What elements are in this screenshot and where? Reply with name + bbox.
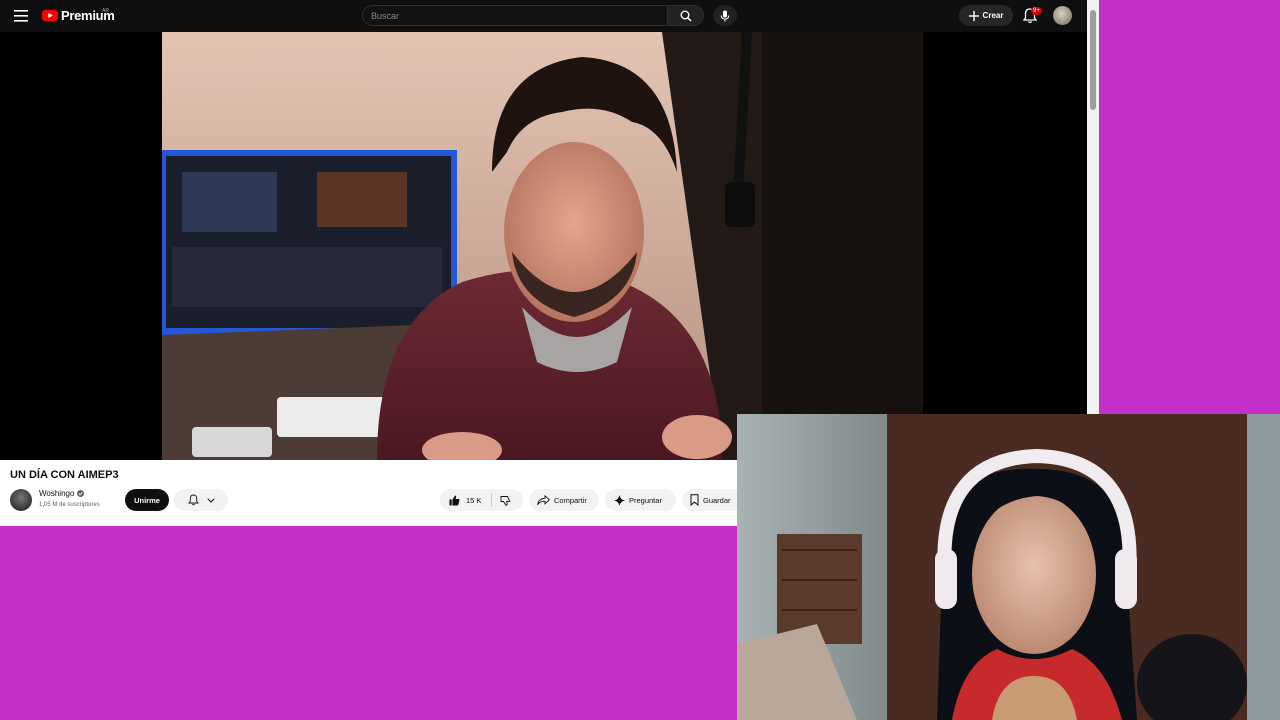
video-thumbnail-image — [162, 32, 923, 460]
menu-icon[interactable] — [14, 10, 28, 22]
search-input[interactable] — [363, 6, 667, 26]
like-dislike-group: 15 K — [440, 489, 523, 511]
notifications-badge: 9+ — [1031, 7, 1042, 15]
like-divider — [491, 493, 493, 507]
save-button[interactable]: Guardar — [682, 489, 742, 511]
youtube-play-icon — [42, 10, 58, 21]
share-icon — [537, 495, 550, 505]
bell-icon — [187, 494, 199, 506]
like-count[interactable]: 15 K — [466, 496, 481, 505]
subscription-notifications-button[interactable] — [174, 489, 228, 511]
youtube-premium-logo[interactable]: Premium AR — [42, 8, 115, 23]
subscriber-count: 1,05 M de suscriptores — [39, 502, 100, 508]
share-label: Compartir — [554, 495, 587, 505]
verified-icon — [77, 490, 85, 497]
video-title: UN DÍA CON AIMEP3 — [10, 469, 119, 481]
ask-button[interactable]: Preguntar — [605, 489, 676, 511]
share-button[interactable]: Compartir — [529, 489, 599, 511]
youtube-header: Premium AR Crear — [0, 0, 1087, 32]
search-button[interactable] — [668, 5, 704, 26]
sparkle-icon — [614, 494, 625, 506]
save-label: Guardar — [703, 495, 731, 505]
channel-name-text: Woshingo — [39, 489, 75, 498]
bookmark-icon — [690, 494, 699, 506]
plus-icon — [968, 10, 979, 21]
voice-search-button[interactable] — [713, 5, 737, 26]
video-frame[interactable] — [162, 32, 923, 460]
chevron-down-icon — [206, 497, 215, 503]
ask-label: Preguntar — [629, 495, 662, 505]
join-button[interactable]: Unirme — [125, 489, 169, 511]
channel-avatar[interactable] — [10, 489, 32, 511]
channel-name[interactable]: Woshingo — [39, 489, 85, 498]
dislike-icon[interactable] — [500, 495, 511, 506]
microphone-icon — [720, 10, 730, 21]
like-icon[interactable] — [449, 495, 460, 506]
logo-region: AR — [102, 8, 109, 14]
webcam-image — [737, 414, 1280, 720]
create-label: Crear — [982, 11, 1004, 20]
create-button[interactable]: Crear — [959, 5, 1013, 26]
search-icon — [680, 10, 692, 22]
account-avatar[interactable] — [1053, 6, 1072, 25]
video-player[interactable] — [0, 32, 1087, 460]
scrollbar-thumb[interactable] — [1090, 10, 1096, 110]
webcam-overlay — [737, 414, 1280, 720]
search-box — [362, 5, 668, 26]
